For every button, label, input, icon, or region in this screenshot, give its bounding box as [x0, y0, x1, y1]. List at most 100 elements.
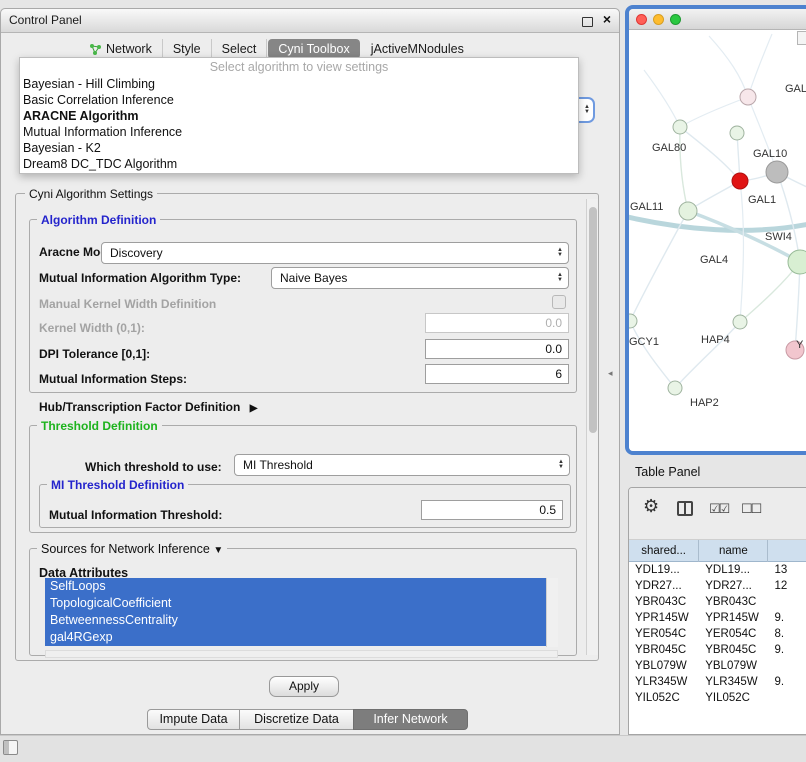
canvas-corner-button[interactable]	[797, 31, 806, 45]
mi-type-combo[interactable]: Naive Bayes ▲▼	[271, 267, 569, 289]
sources-title-text: Sources for Network Inference	[41, 542, 210, 556]
algorithm-option[interactable]: Bayesian - Hill Climbing	[20, 76, 578, 92]
kernel-width-label: Kernel Width (0,1):	[39, 321, 145, 335]
column-header-name[interactable]: name	[699, 540, 768, 562]
node-label: GCY1	[629, 336, 659, 348]
attribute-item[interactable]: BetweennessCentrality	[45, 612, 546, 629]
attributes-hscrollbar[interactable]	[45, 650, 558, 658]
table-row[interactable]: YIL052CYIL052C	[629, 690, 806, 706]
panel-dock-icon[interactable]	[3, 740, 18, 755]
tab-select[interactable]: Select	[212, 39, 268, 59]
table-row[interactable]: YLR345WYLR345W9.	[629, 674, 806, 690]
close-traffic-light-icon[interactable]	[636, 14, 647, 25]
column-header-clipped[interactable]	[768, 540, 806, 562]
network-node[interactable]	[629, 314, 637, 328]
algorithm-option[interactable]: Dream8 DC_TDC Algorithm	[20, 156, 578, 172]
dpi-tolerance-value: 0.0	[545, 342, 562, 356]
algorithm-list: Bayesian - Hill ClimbingBasic Correlatio…	[20, 76, 578, 172]
minimize-traffic-light-icon[interactable]	[653, 14, 664, 25]
attribute-item[interactable]: SelfLoops	[45, 578, 546, 595]
mi-steps-field[interactable]: 6	[425, 364, 569, 384]
table-cell: YDL19...	[629, 562, 699, 578]
combo-stepper-icon: ▲▼	[558, 460, 569, 470]
node-label: SWI4	[765, 231, 792, 243]
tab-discretize-data[interactable]: Discretize Data	[239, 709, 354, 730]
column-header-shared[interactable]: shared...	[629, 540, 699, 562]
algorithm-definition-title: Algorithm Definition	[37, 213, 160, 227]
mi-steps-value: 6	[555, 367, 562, 381]
tab-label: Network	[106, 42, 152, 56]
table-cell: 12	[768, 578, 806, 594]
deselect-all-checkboxes-icon[interactable]: ☐☐	[741, 501, 760, 517]
table-row[interactable]: YDL19...YDL19...13	[629, 562, 806, 578]
table-header: shared... name	[629, 540, 806, 562]
network-canvas[interactable]: GAL8GAL80GAL10GAL11GAL1SWI4GAL4GCY1HAP4H…	[629, 30, 806, 451]
network-node[interactable]	[788, 250, 806, 274]
table-row[interactable]: YBR043CYBR043C	[629, 594, 806, 610]
tab-label: jActiveMNodules	[371, 42, 464, 56]
table-cell: YBL079W	[699, 658, 768, 674]
chevron-down-icon: ▼	[213, 545, 223, 556]
table-cell: YER054C	[629, 626, 699, 642]
network-node[interactable]	[740, 89, 756, 105]
float-window-icon[interactable]	[582, 17, 593, 27]
table-cell: YBL079W	[629, 658, 699, 674]
node-label: HAP2	[690, 397, 719, 409]
combo-stepper-icon: ▲▼	[584, 105, 590, 115]
control-panel-titlebar[interactable]: Control Panel ×	[1, 9, 619, 33]
attributes-scrollbar[interactable]	[546, 578, 558, 647]
network-window-titlebar[interactable]	[629, 9, 806, 30]
network-edge	[680, 127, 688, 211]
network-node[interactable]	[733, 315, 747, 329]
threshold-definition-title: Threshold Definition	[37, 419, 162, 433]
kernel-width-value: 0.0	[545, 316, 562, 330]
tab-style[interactable]: Style	[163, 39, 212, 59]
network-node[interactable]	[766, 161, 788, 183]
algorithm-option[interactable]: Mutual Information Inference	[20, 124, 578, 140]
attribute-item[interactable]: TopologicalCoefficient	[45, 595, 546, 612]
network-node[interactable]	[732, 173, 748, 189]
hub-section-toggle[interactable]: Hub/Transcription Factor Definition ▶	[39, 400, 257, 414]
table-row[interactable]: YPR145WYPR145W9.	[629, 610, 806, 626]
table-row[interactable]: YDR27...YDR27...12	[629, 578, 806, 594]
tab-jactivemnodules[interactable]: jActiveMNodules	[361, 39, 474, 59]
gear-icon[interactable]: ⚙	[643, 496, 659, 517]
mi-threshold-field[interactable]: 0.5	[421, 500, 563, 520]
close-icon[interactable]: ×	[603, 11, 611, 27]
chevron-right-icon: ▶	[250, 403, 258, 414]
settings-scrollbar-thumb[interactable]	[589, 207, 597, 433]
combo-stepper-icon: ▲▼	[557, 248, 568, 258]
table-row[interactable]: YER054CYER054C8.	[629, 626, 806, 642]
zoom-traffic-light-icon[interactable]	[670, 14, 681, 25]
select-all-checkboxes-icon[interactable]: ☑☑	[709, 501, 728, 517]
network-node[interactable]	[679, 202, 697, 220]
tab-network[interactable]: Network	[79, 39, 163, 59]
dpi-tolerance-label: DPI Tolerance [0,1]:	[39, 347, 150, 361]
which-threshold-combo[interactable]: MI Threshold ▲▼	[234, 454, 570, 476]
network-node[interactable]	[673, 120, 687, 134]
table-row[interactable]: YBR045CYBR045C9.	[629, 642, 806, 658]
network-node[interactable]	[668, 381, 682, 395]
tab-cyni-toolbox[interactable]: Cyni Toolbox	[268, 39, 359, 59]
table-cell	[768, 658, 806, 674]
aracne-mode-combo[interactable]: Discovery ▲▼	[101, 242, 569, 264]
data-attributes-list[interactable]: SelfLoopsTopologicalCoefficientBetweenne…	[45, 578, 546, 646]
splitter-collapse-icon[interactable]: ◂	[608, 368, 613, 379]
manual-kernel-checkbox[interactable]	[552, 295, 566, 309]
attribute-item[interactable]: gal4RGexp	[45, 629, 546, 646]
table-cell: YLR345W	[699, 674, 768, 690]
network-node[interactable]	[730, 126, 744, 140]
dpi-tolerance-field[interactable]: 0.0	[425, 339, 569, 359]
columns-icon[interactable]	[677, 501, 693, 516]
tab-impute-data[interactable]: Impute Data	[147, 709, 240, 730]
network-view-window: GAL8GAL80GAL10GAL11GAL1SWI4GAL4GCY1HAP4H…	[625, 5, 806, 455]
sources-group-title[interactable]: Sources for Network Inference ▼	[37, 542, 227, 556]
table-row[interactable]: YBL079WYBL079W	[629, 658, 806, 674]
tab-infer-network[interactable]: Infer Network	[353, 709, 468, 730]
settings-scrollbar[interactable]	[586, 199, 598, 655]
apply-button[interactable]: Apply	[269, 676, 339, 697]
algorithm-option[interactable]: Bayesian - K2	[20, 140, 578, 156]
algorithm-option[interactable]: Basic Correlation Inference	[20, 92, 578, 108]
algorithm-option[interactable]: ARACNE Algorithm	[20, 108, 578, 124]
kernel-width-field[interactable]: 0.0	[425, 313, 569, 333]
